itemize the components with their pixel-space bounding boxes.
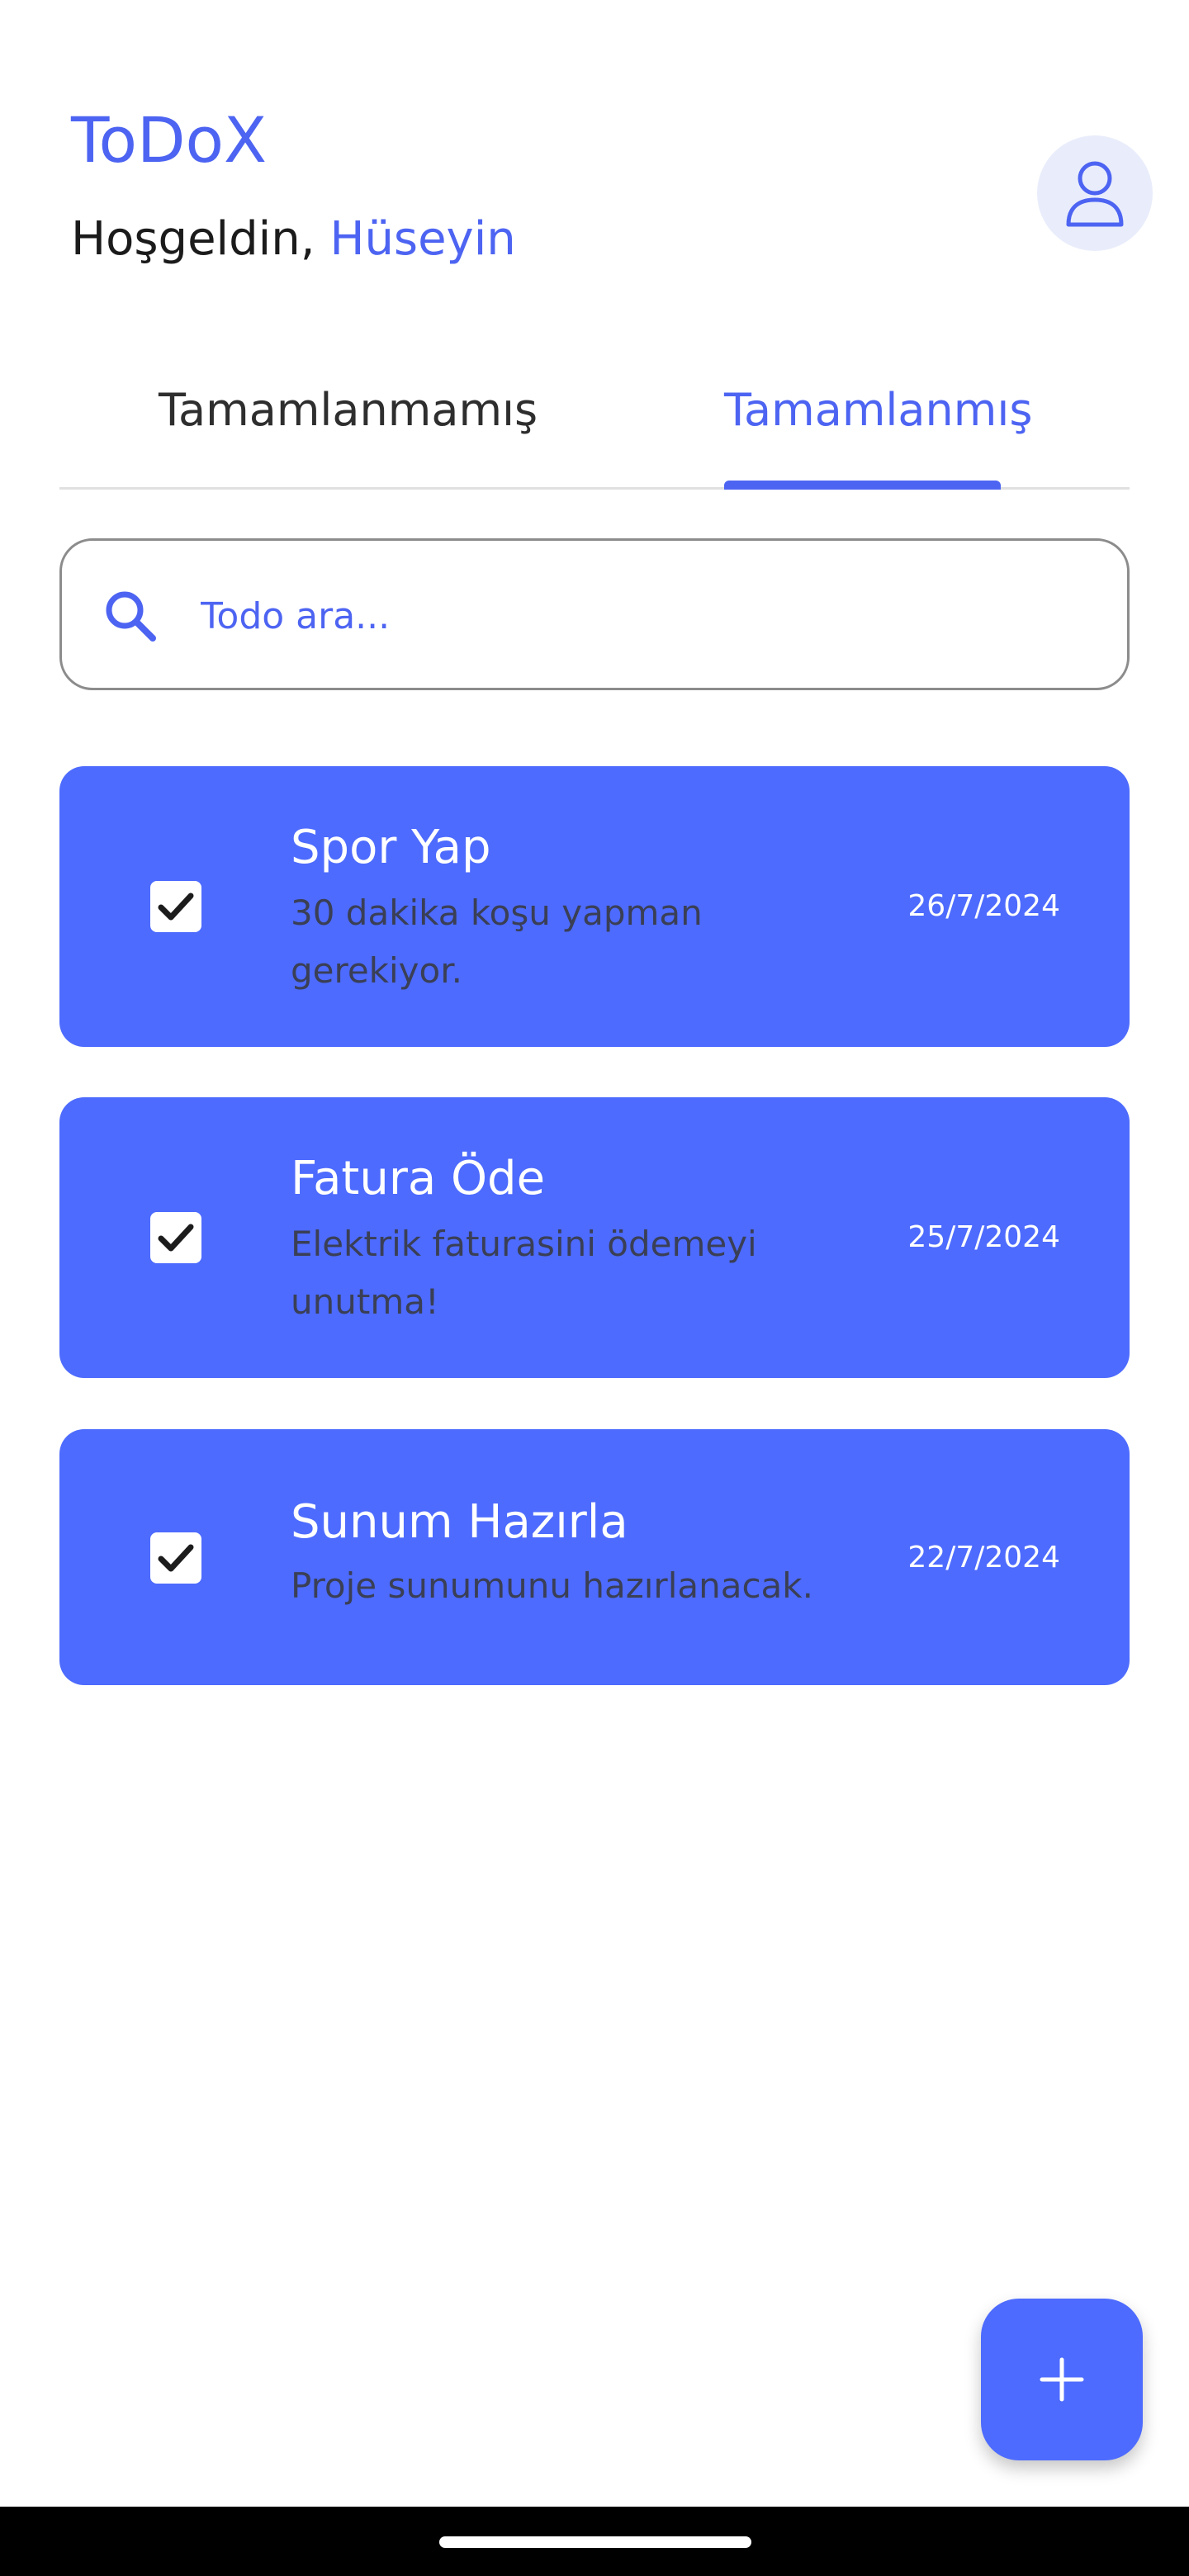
- todo-title: Spor Yap: [291, 821, 491, 874]
- todo-date: 25/7/2024: [907, 1220, 1060, 1254]
- todo-card[interactable]: Spor Yap 30 dakika koşu yapman gerekiyor…: [59, 766, 1130, 1047]
- tab-complete[interactable]: Tamamlanmış: [724, 388, 1033, 433]
- todo-checkbox[interactable]: [150, 1532, 201, 1584]
- check-icon: [158, 1224, 194, 1252]
- todo-card[interactable]: Sunum Hazırla Proje sunumunu hazırlanaca…: [59, 1429, 1130, 1685]
- greeting: Hoşgeldin, Hüseyin: [71, 216, 516, 263]
- todo-title: Fatura Öde: [291, 1152, 546, 1205]
- plus-icon: [1040, 2357, 1084, 2402]
- todo-description: Elektrik faturasini ödemeyi unutma!: [291, 1224, 757, 1322]
- tab-bar: Tamamlanmamış Tamamlanmış: [59, 363, 1130, 490]
- todo-card[interactable]: Fatura Öde Elektrik faturasini ödemeyi u…: [59, 1097, 1130, 1378]
- todo-checkbox[interactable]: [150, 881, 201, 932]
- todo-checkbox[interactable]: [150, 1212, 201, 1263]
- active-tab-indicator: [724, 481, 1001, 490]
- user-icon: [1066, 161, 1124, 227]
- search-box: [59, 538, 1130, 690]
- search-icon: [106, 591, 156, 642]
- profile-button[interactable]: [1037, 135, 1153, 251]
- todo-description: Proje sunumunu hazırlanacak.: [291, 1565, 813, 1606]
- check-icon: [158, 893, 194, 921]
- todo-screen: ToDoX Hoşgeldin, Hüseyin Tamamlanmamış T…: [0, 0, 1189, 2576]
- todo-date: 26/7/2024: [907, 889, 1060, 923]
- greeting-prefix: Hoşgeldin,: [71, 212, 315, 266]
- system-nav-bar: [0, 2507, 1189, 2576]
- todo-date: 22/7/2024: [907, 1541, 1060, 1574]
- todo-title: Sunum Hazırla: [291, 1495, 628, 1549]
- check-icon: [158, 1544, 194, 1572]
- tab-incomplete[interactable]: Tamamlanmamış: [159, 388, 538, 433]
- todo-description: 30 dakika koşu yapman gerekiyor.: [291, 893, 703, 991]
- add-todo-button[interactable]: [981, 2299, 1143, 2460]
- search-input[interactable]: [199, 574, 1094, 658]
- home-indicator[interactable]: [439, 2536, 751, 2548]
- app-title: ToDoX: [71, 103, 268, 177]
- user-name: Hüseyin: [329, 212, 516, 266]
